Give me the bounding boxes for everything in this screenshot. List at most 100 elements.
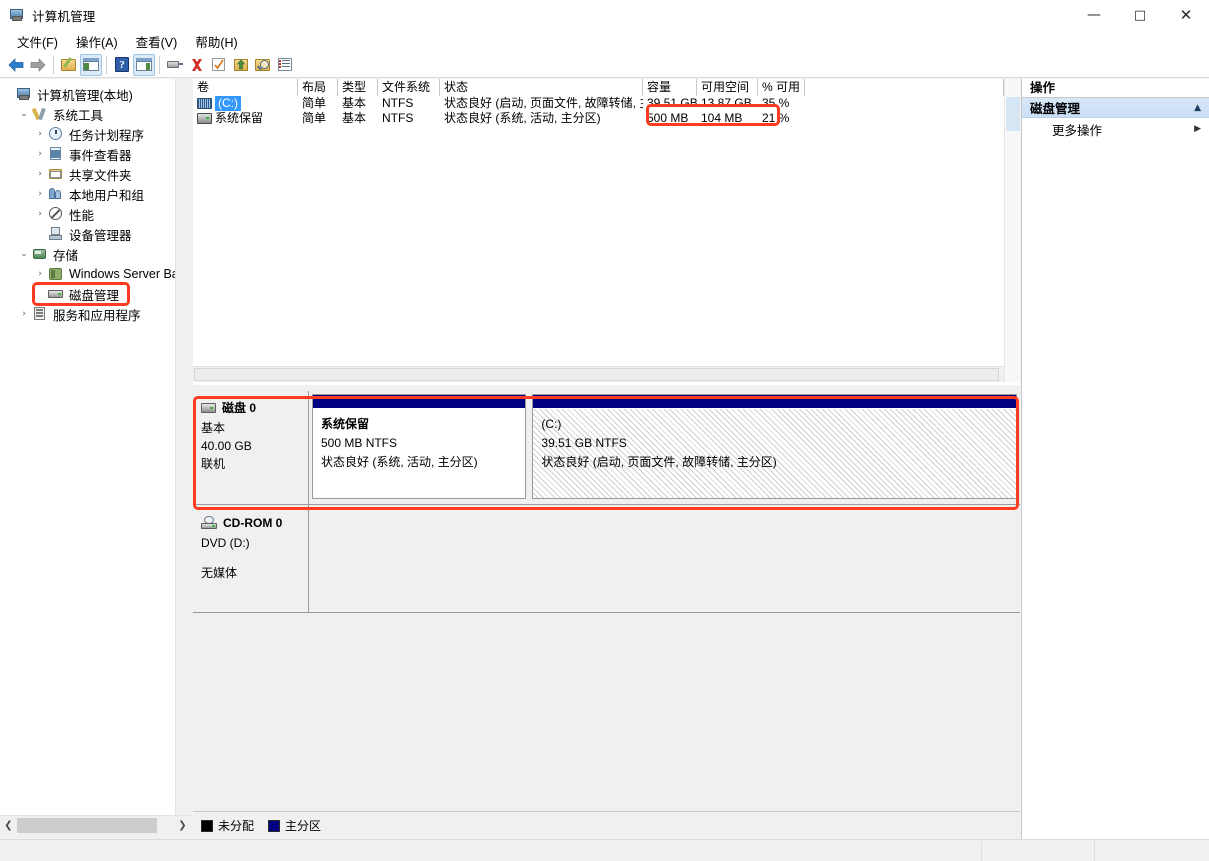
column-filler[interactable] bbox=[805, 79, 1004, 96]
volume-list-vertical-scrollbar[interactable] bbox=[1004, 79, 1020, 382]
volume-cell-type: 基本 bbox=[342, 111, 367, 125]
window-controls: — □ ✕ bbox=[1071, 0, 1209, 30]
tree-item-3[interactable]: › 事件查看器 bbox=[0, 144, 191, 164]
volume-cell-free: 104 MB bbox=[701, 111, 743, 125]
column-percentfree[interactable]: % 可用 bbox=[758, 79, 805, 96]
chevron-icon[interactable]: › bbox=[32, 186, 48, 202]
tree-item-4[interactable]: › 共享文件夹 bbox=[0, 164, 191, 184]
close-button[interactable]: ✕ bbox=[1163, 0, 1209, 30]
chevron-icon[interactable]: › bbox=[32, 206, 48, 222]
chevron-icon[interactable]: ⌄ bbox=[16, 246, 32, 262]
volume-list-horizontal-thumb[interactable] bbox=[194, 368, 999, 381]
menu-view[interactable]: 查看(V) bbox=[127, 30, 187, 53]
tree-item-8[interactable]: ⌄ 存储 bbox=[0, 244, 191, 264]
search-icon[interactable] bbox=[252, 54, 274, 76]
chevron-right-icon[interactable]: ▶ bbox=[1194, 124, 1201, 134]
cdrom-0-info[interactable]: CD-ROM 0 DVD (D:) 无媒体 bbox=[193, 505, 309, 613]
volume-row-1[interactable]: 系统保留 简单 基本 NTFS 状态良好 (系统, 活动, 主分区) 500 MB 104 … bbox=[193, 111, 1020, 126]
tree-item-9[interactable]: › Windows Server Back bbox=[0, 264, 191, 284]
graphical-disk-view: 磁盘 0 基本 40.00 GB 联机 系统保留 500 MB NTFS 状态良好 … bbox=[193, 391, 1020, 811]
volume-cell-capacity: 500 MB bbox=[647, 111, 689, 125]
action-more-actions-label: 更多操作 bbox=[1052, 123, 1103, 138]
show-hide-action-pane-icon[interactable] bbox=[133, 53, 155, 76]
scroll-left-icon[interactable]: ❮ bbox=[0, 817, 17, 834]
volume-cell-percent: 35 % bbox=[762, 96, 790, 110]
volume-cell-filesystem: NTFS bbox=[382, 111, 414, 125]
volume-label: (C:) bbox=[215, 96, 241, 111]
tree-item-11[interactable]: › 服务和应用程序 bbox=[0, 304, 191, 324]
chevron-icon[interactable]: › bbox=[32, 126, 48, 142]
tree-item-7[interactable]: 设备管理器 bbox=[0, 224, 191, 244]
disk-management-pane: 卷布局 类型 文件系统 状态 容量 可用空间% 可用 (C:) 简单 基本 NTFS 状态良好 (… bbox=[193, 79, 1020, 839]
console-tree: 计算机管理(本地) ⌄ 系统工具 › 任务计划程序 › 事件查看器 › 共享文件夹 › 本地用户和组… bbox=[0, 79, 191, 324]
tree-item-1[interactable]: ⌄ 系统工具 bbox=[0, 104, 191, 124]
actions-pane: 操作 磁盘管理 ▲ 更多操作 ▶ bbox=[1021, 79, 1209, 839]
partition-1[interactable]: (C:) 39.51 GB NTFS 状态良好 (启动, 页面文件, 故障转储, 主… bbox=[532, 394, 1017, 499]
tree-vertical-scrollbar[interactable] bbox=[175, 79, 191, 815]
volume-list: 卷布局 类型 文件系统 状态 容量 可用空间% 可用 (C:) 简单 基本 NTFS 状态良好 (… bbox=[193, 79, 1020, 385]
chevron-icon[interactable]: › bbox=[32, 166, 48, 182]
volume-list-horizontal-scrollbar[interactable] bbox=[193, 366, 1004, 382]
scroll-right-icon[interactable]: ❯ bbox=[174, 817, 191, 834]
column-freespace[interactable]: 可用空间 bbox=[697, 79, 758, 96]
volume-list-body: (C:)简单基本NTFS状态良好 (启动, 页面文件, 故障转储, 主分区)39… bbox=[193, 96, 1020, 126]
tree-hscroll-track[interactable] bbox=[17, 816, 174, 834]
back-icon[interactable] bbox=[5, 54, 27, 76]
minimize-button[interactable]: — bbox=[1071, 0, 1117, 30]
column-volume[interactable]: 卷 bbox=[193, 79, 298, 96]
column-capacity[interactable]: 容量 bbox=[643, 79, 697, 96]
tree-item-0[interactable]: 计算机管理(本地) bbox=[0, 84, 191, 104]
tree-item-label: Windows Server Back bbox=[69, 267, 191, 281]
action-more-actions[interactable]: 更多操作 ▶ bbox=[1022, 118, 1209, 140]
tree-item-10[interactable]: 磁盘管理 bbox=[0, 284, 191, 304]
window-title: 计算机管理 bbox=[32, 9, 96, 24]
legend-unallocated: 未分配 bbox=[201, 817, 254, 834]
volume-cell-name[interactable]: 系统保留 bbox=[193, 111, 298, 126]
chevron-icon[interactable]: ⌄ bbox=[16, 106, 32, 122]
actions-group-disk-management[interactable]: 磁盘管理 ▲ bbox=[1022, 98, 1209, 118]
forward-icon[interactable] bbox=[27, 54, 49, 76]
volume-row-0[interactable]: (C:) 简单 基本 NTFS 状态良好 (启动, 页面文件, 故障转储, 主分区) 39… bbox=[193, 96, 1020, 111]
volume-cell-free: 13.87 GB bbox=[701, 96, 752, 110]
column-type[interactable]: 类型 bbox=[338, 79, 378, 96]
system-tools-icon bbox=[31, 106, 48, 122]
tree-item-5[interactable]: › 本地用户和组 bbox=[0, 184, 191, 204]
legend-primary-swatch bbox=[268, 819, 281, 832]
export-list-icon[interactable] bbox=[230, 54, 252, 76]
maximize-button[interactable]: □ bbox=[1117, 0, 1163, 30]
menu-file[interactable]: 文件(F) bbox=[8, 30, 67, 53]
volume-cell-type: 基本 bbox=[342, 96, 367, 110]
chevron-icon[interactable]: › bbox=[16, 306, 32, 322]
tree-item-2[interactable]: › 任务计划程序 bbox=[0, 124, 191, 144]
tree-item-label: 任务计划程序 bbox=[69, 128, 145, 143]
detail-view-icon[interactable] bbox=[274, 54, 296, 76]
partition-0[interactable]: 系统保留 500 MB NTFS 状态良好 (系统, 活动, 主分区) bbox=[312, 394, 527, 499]
show-hide-console-tree-icon[interactable] bbox=[80, 53, 102, 76]
volume-cell-name[interactable]: (C:) bbox=[193, 96, 298, 111]
menu-help[interactable]: 帮助(H) bbox=[186, 30, 246, 53]
column-status[interactable]: 状态 bbox=[440, 79, 643, 96]
toolbar-separator bbox=[53, 55, 54, 74]
chevron-icon[interactable]: › bbox=[32, 266, 48, 282]
disk-0-info[interactable]: 磁盘 0 基本 40.00 GB 联机 bbox=[193, 391, 309, 505]
tree-item-label: 设备管理器 bbox=[69, 228, 132, 243]
chevron-up-icon[interactable]: ▲ bbox=[1194, 103, 1201, 113]
tree-hscroll-thumb[interactable] bbox=[17, 817, 157, 833]
properties-icon[interactable] bbox=[164, 54, 186, 76]
tree-item-6[interactable]: › 性能 bbox=[0, 204, 191, 224]
check-icon[interactable] bbox=[208, 54, 230, 76]
edit-folder-icon[interactable] bbox=[58, 54, 80, 76]
menu-action[interactable]: 操作(A) bbox=[67, 30, 127, 53]
tree-item-label: 服务和应用程序 bbox=[53, 308, 141, 323]
delete-icon[interactable] bbox=[186, 54, 208, 76]
tree-item-label: 计算机管理(本地) bbox=[37, 88, 133, 103]
column-filesystem[interactable]: 文件系统 bbox=[378, 79, 440, 96]
chevron-icon[interactable]: › bbox=[32, 146, 48, 162]
event-viewer-icon bbox=[48, 146, 64, 162]
column-layout[interactable]: 布局 bbox=[298, 79, 338, 96]
help-icon[interactable]: ? bbox=[111, 54, 133, 76]
tree-horizontal-scrollbar[interactable]: ❮ ❯ bbox=[0, 815, 191, 834]
disk-0-title-row: 磁盘 0 bbox=[201, 399, 308, 417]
volume-list-vertical-thumb[interactable] bbox=[1006, 97, 1020, 131]
title-bar: 计算机管理 — □ ✕ bbox=[0, 0, 1209, 30]
